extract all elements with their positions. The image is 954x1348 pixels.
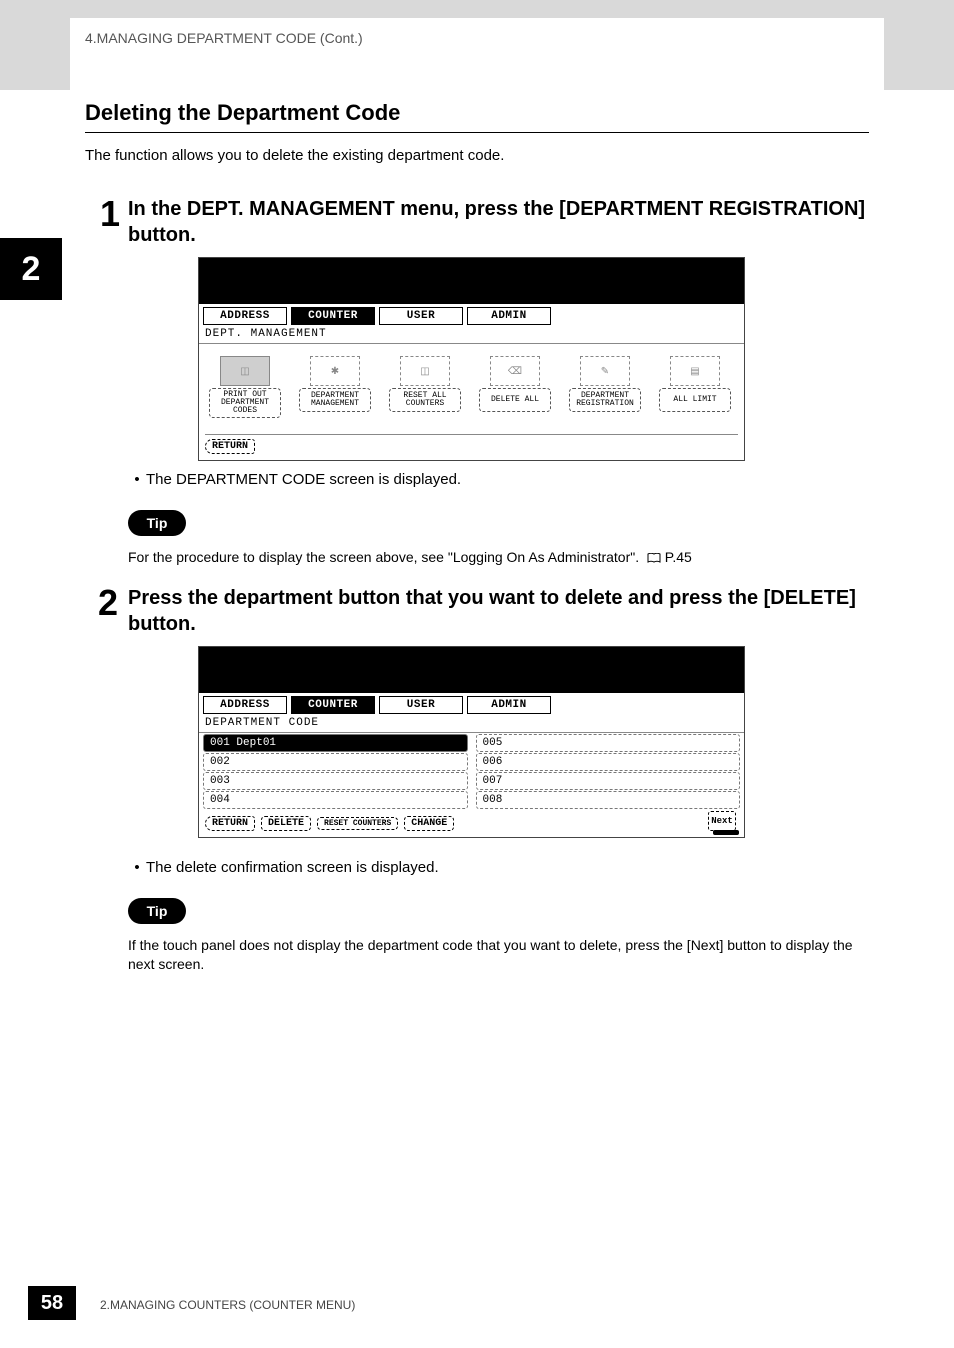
step-2-instruction: Press the department button that you wan… bbox=[128, 585, 869, 637]
screenshot-title-bar bbox=[199, 258, 744, 304]
bullet-icon-2: • bbox=[128, 859, 146, 876]
dept-registration-label: DEPARTMENT REGISTRATION bbox=[569, 388, 641, 412]
printout-icon: ◫ bbox=[220, 356, 270, 386]
all-limit-button[interactable]: ▤ ALL LIMIT bbox=[659, 356, 731, 428]
footer-chapter-text: 2.MANAGING COUNTERS (COUNTER MENU) bbox=[100, 1298, 355, 1312]
next-button[interactable]: Next bbox=[708, 811, 736, 831]
return-button-2[interactable]: RETURN bbox=[205, 816, 255, 831]
book-icon bbox=[647, 553, 661, 564]
breadcrumb: 4.MANAGING DEPARTMENT CODE (Cont.) bbox=[85, 30, 363, 46]
section-title: Deleting the Department Code bbox=[85, 100, 869, 133]
dept-row-001-name: Dept01 bbox=[236, 737, 276, 749]
section-intro: The function allows you to delete the ex… bbox=[85, 147, 504, 164]
dept-row-008[interactable]: 008 bbox=[476, 791, 741, 809]
bullet-icon: • bbox=[128, 471, 146, 488]
department-list: 001 Dept01 002 003 004 005 006 007 008 bbox=[199, 733, 744, 810]
tip-badge-2: Tip bbox=[128, 898, 186, 924]
dept-row-007-id: 007 bbox=[483, 775, 503, 787]
page-number: 58 bbox=[28, 1286, 76, 1320]
dept-mgmt-icon: ✱ bbox=[310, 356, 360, 386]
tab-admin[interactable]: ADMIN bbox=[467, 307, 551, 325]
dept-registration-icon: ✎ bbox=[580, 356, 630, 386]
screenshot-department-code: ADDRESS COUNTER USER ADMIN DEPARTMENT CO… bbox=[198, 646, 745, 838]
screenshot-dept-management: ADDRESS COUNTER USER ADMIN DEPT. MANAGEM… bbox=[198, 257, 745, 461]
reset-counters-label: RESET ALL COUNTERS bbox=[389, 388, 461, 412]
department-management-button[interactable]: ✱ DEPARTMENT MANAGEMENT bbox=[299, 356, 371, 428]
step-2-bullet-text: The delete confirmation screen is displa… bbox=[146, 859, 439, 876]
chapter-tab: 2 bbox=[0, 238, 62, 300]
dept-row-006-id: 006 bbox=[483, 756, 503, 768]
step-2-number: 2 bbox=[98, 582, 118, 624]
screenshot-footer: RETURN bbox=[199, 435, 744, 460]
tip-2-text: If the touch panel does not display the … bbox=[128, 936, 854, 974]
dept-row-005-id: 005 bbox=[483, 737, 503, 749]
screenshot2-footer: RETURN DELETE RESET COUNTERS CHANGE Next bbox=[199, 810, 744, 837]
change-button[interactable]: CHANGE bbox=[404, 816, 454, 831]
delete-all-icon: ⌫ bbox=[490, 356, 540, 386]
screenshot2-tab-row: ADDRESS COUNTER USER ADMIN bbox=[199, 693, 744, 714]
print-out-dept-codes-button[interactable]: ◫ PRINT OUT DEPARTMENT CODES bbox=[209, 356, 281, 428]
tab-user[interactable]: USER bbox=[379, 307, 463, 325]
dept-row-005[interactable]: 005 bbox=[476, 734, 741, 752]
dept-row-002-id: 002 bbox=[210, 756, 230, 768]
reset-counters-button-2[interactable]: RESET COUNTERS bbox=[317, 817, 398, 830]
dept-row-007[interactable]: 007 bbox=[476, 772, 741, 790]
dept-row-004-id: 004 bbox=[210, 794, 230, 806]
tab-user-2[interactable]: USER bbox=[379, 696, 463, 714]
dept-list-left-col: 001 Dept01 002 003 004 bbox=[199, 733, 472, 810]
reset-counters-icon: ◫ bbox=[400, 356, 450, 386]
step-1-instruction: In the DEPT. MANAGEMENT menu, press the … bbox=[128, 196, 869, 248]
tab-address-2[interactable]: ADDRESS bbox=[203, 696, 287, 714]
screenshot2-subheader: DEPARTMENT CODE bbox=[199, 714, 744, 733]
dept-row-006[interactable]: 006 bbox=[476, 753, 741, 771]
step-2-bullet: •The delete confirmation screen is displ… bbox=[128, 859, 439, 876]
step-1-bullet-text: The DEPARTMENT CODE screen is displayed. bbox=[146, 471, 461, 488]
tab-counter-2[interactable]: COUNTER bbox=[291, 696, 375, 714]
next-button-shadow bbox=[713, 830, 739, 835]
tab-counter[interactable]: COUNTER bbox=[291, 307, 375, 325]
header-white-inset bbox=[70, 18, 884, 90]
tip-1-text: For the procedure to display the screen … bbox=[128, 548, 869, 567]
all-limit-label: ALL LIMIT bbox=[659, 388, 731, 412]
screenshot-tab-row: ADDRESS COUNTER USER ADMIN bbox=[199, 304, 744, 325]
dept-row-008-id: 008 bbox=[483, 794, 503, 806]
reset-all-counters-button[interactable]: ◫ RESET ALL COUNTERS bbox=[389, 356, 461, 428]
dept-mgmt-label: DEPARTMENT MANAGEMENT bbox=[299, 388, 371, 412]
return-button[interactable]: RETURN bbox=[205, 439, 255, 454]
dept-row-003-id: 003 bbox=[210, 775, 230, 787]
print-out-label: PRINT OUT DEPARTMENT CODES bbox=[209, 388, 281, 418]
tip-1-page-ref: P.45 bbox=[665, 549, 692, 565]
screenshot2-title-bar bbox=[199, 647, 744, 693]
delete-button[interactable]: DELETE bbox=[261, 816, 311, 831]
department-registration-button[interactable]: ✎ DEPARTMENT REGISTRATION bbox=[569, 356, 641, 428]
page-footer: 58 2.MANAGING COUNTERS (COUNTER MENU) bbox=[0, 1286, 954, 1320]
delete-all-button[interactable]: ⌫ DELETE ALL bbox=[479, 356, 551, 428]
delete-all-label: DELETE ALL bbox=[479, 388, 551, 412]
tab-admin-2[interactable]: ADMIN bbox=[467, 696, 551, 714]
document-page: 4.MANAGING DEPARTMENT CODE (Cont.) Delet… bbox=[0, 0, 954, 1348]
dept-row-002[interactable]: 002 bbox=[203, 753, 468, 771]
dept-row-001-id: 001 bbox=[210, 737, 230, 749]
screenshot-subheader: DEPT. MANAGEMENT bbox=[199, 325, 744, 344]
step-1-bullet: •The DEPARTMENT CODE screen is displayed… bbox=[128, 471, 461, 488]
all-limit-icon: ▤ bbox=[670, 356, 720, 386]
tip-badge: Tip bbox=[128, 510, 186, 536]
screenshot-body: ◫ PRINT OUT DEPARTMENT CODES ✱ DEPARTMEN… bbox=[199, 344, 744, 434]
dept-row-004[interactable]: 004 bbox=[203, 791, 468, 809]
dept-row-001[interactable]: 001 Dept01 bbox=[203, 734, 468, 752]
step-1-number: 1 bbox=[100, 193, 120, 235]
dept-row-003[interactable]: 003 bbox=[203, 772, 468, 790]
dept-list-right-col: 005 006 007 008 bbox=[472, 733, 745, 810]
tip-1-text-pre: For the procedure to display the screen … bbox=[128, 549, 639, 565]
tab-address[interactable]: ADDRESS bbox=[203, 307, 287, 325]
